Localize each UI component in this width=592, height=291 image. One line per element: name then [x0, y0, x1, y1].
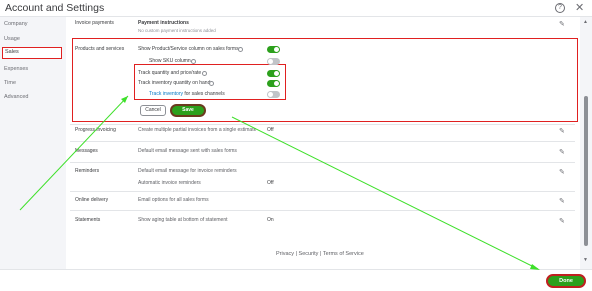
- settings-dialog: Account and Settings ? ✕ Company Usage S…: [0, 0, 592, 291]
- edit-pencil-icon[interactable]: ✎: [559, 148, 565, 156]
- info-icon[interactable]: [238, 47, 243, 52]
- sidebar-item-advanced[interactable]: Advanced: [4, 94, 28, 100]
- messages-desc: Default email message sent with sales fo…: [138, 148, 237, 154]
- cancel-button[interactable]: Cancel: [140, 105, 166, 116]
- scroll-thumb[interactable]: [584, 96, 588, 246]
- statements-value: On: [267, 217, 274, 223]
- divider: [70, 124, 575, 125]
- sidebar-item-sales[interactable]: Sales: [2, 47, 62, 59]
- statements-desc: Show aging table at bottom of statement: [138, 217, 228, 223]
- info-icon[interactable]: [209, 81, 214, 86]
- online-delivery-desc: Email options for all sales forms: [138, 197, 209, 203]
- divider: [70, 210, 575, 211]
- help-icon[interactable]: ?: [555, 3, 565, 13]
- reminders-value: Off: [267, 180, 274, 186]
- payment-instructions-detail: No custom payment instructions added: [138, 28, 216, 33]
- track-inventory-label: Track inventory quantity on hand: [138, 80, 211, 86]
- statements-label: Statements: [75, 217, 101, 223]
- save-button[interactable]: Save: [170, 104, 206, 117]
- privacy-link[interactable]: Privacy: [276, 251, 294, 257]
- edit-pencil-icon[interactable]: ✎: [559, 20, 565, 28]
- online-delivery-label: Online delivery: [75, 197, 109, 203]
- sidebar-item-usage[interactable]: Usage: [4, 36, 20, 42]
- window-title: Account and Settings: [5, 2, 105, 14]
- scroll-up-icon[interactable]: ▲: [583, 19, 588, 25]
- edit-pencil-icon[interactable]: ✎: [559, 217, 565, 225]
- track-inventory-sales-channels-toggle[interactable]: [267, 91, 280, 98]
- track-inventory-link[interactable]: Track inventory: [149, 91, 183, 97]
- track-inventory-toggle[interactable]: [267, 80, 280, 87]
- close-icon[interactable]: ✕: [575, 1, 584, 14]
- messages-label: Messages: [75, 148, 98, 154]
- sidebar-item-expenses[interactable]: Expenses: [4, 66, 28, 72]
- settings-content: Invoice payments Payment instructions No…: [66, 17, 580, 269]
- payment-instructions-title: Payment instructions: [138, 20, 189, 26]
- sidebar-item-time[interactable]: Time: [4, 80, 16, 86]
- info-icon[interactable]: [191, 59, 196, 64]
- scroll-down-icon[interactable]: ▼: [583, 257, 588, 263]
- dialog-footer: Done: [0, 269, 592, 291]
- divider: [70, 191, 575, 192]
- show-product-column-toggle[interactable]: [267, 46, 280, 53]
- sidebar-item-company[interactable]: Company: [4, 21, 28, 27]
- title-bar: Account and Settings ? ✕: [0, 0, 592, 17]
- link-divider: |: [295, 251, 297, 257]
- reminders-label: Reminders: [75, 168, 100, 174]
- show-sku-toggle[interactable]: [267, 58, 280, 65]
- security-link[interactable]: Security: [299, 251, 319, 257]
- track-inventory-sales-channels-label: Track inventory for sales channels: [149, 91, 225, 97]
- settings-sidebar: Company Usage Sales Expenses Time Advanc…: [0, 17, 66, 269]
- progress-invoicing-label: Progress invoicing: [75, 127, 116, 133]
- info-icon[interactable]: [202, 71, 207, 76]
- done-button[interactable]: Done: [546, 274, 586, 288]
- track-quantity-price-label: Track quantity and price/rate: [138, 70, 202, 76]
- progress-invoicing-desc: Create multiple partial invoices from a …: [138, 127, 257, 133]
- footer-links: Privacy | Security | Terms of Service: [276, 251, 364, 257]
- edit-pencil-icon[interactable]: ✎: [559, 127, 565, 135]
- divider: [70, 162, 575, 163]
- automatic-reminders-desc: Automatic invoice reminders: [138, 180, 201, 186]
- show-product-column-label: Show Product/Service column on sales for…: [138, 46, 239, 52]
- progress-invoicing-value: Off: [267, 127, 274, 133]
- terms-link[interactable]: Terms of Service: [323, 251, 364, 257]
- link-divider: |: [319, 251, 322, 257]
- scrollbar[interactable]: ▲ ▼: [580, 17, 592, 269]
- invoice-payments-label: Invoice payments: [75, 20, 114, 26]
- edit-pencil-icon[interactable]: ✎: [559, 197, 565, 205]
- reminders-desc: Default email message for invoice remind…: [138, 168, 237, 174]
- track-quantity-price-toggle[interactable]: [267, 70, 280, 77]
- show-sku-label: Show SKU column: [149, 58, 191, 64]
- divider: [70, 141, 575, 142]
- products-services-label: Products and services: [75, 46, 125, 52]
- edit-pencil-icon[interactable]: ✎: [559, 168, 565, 176]
